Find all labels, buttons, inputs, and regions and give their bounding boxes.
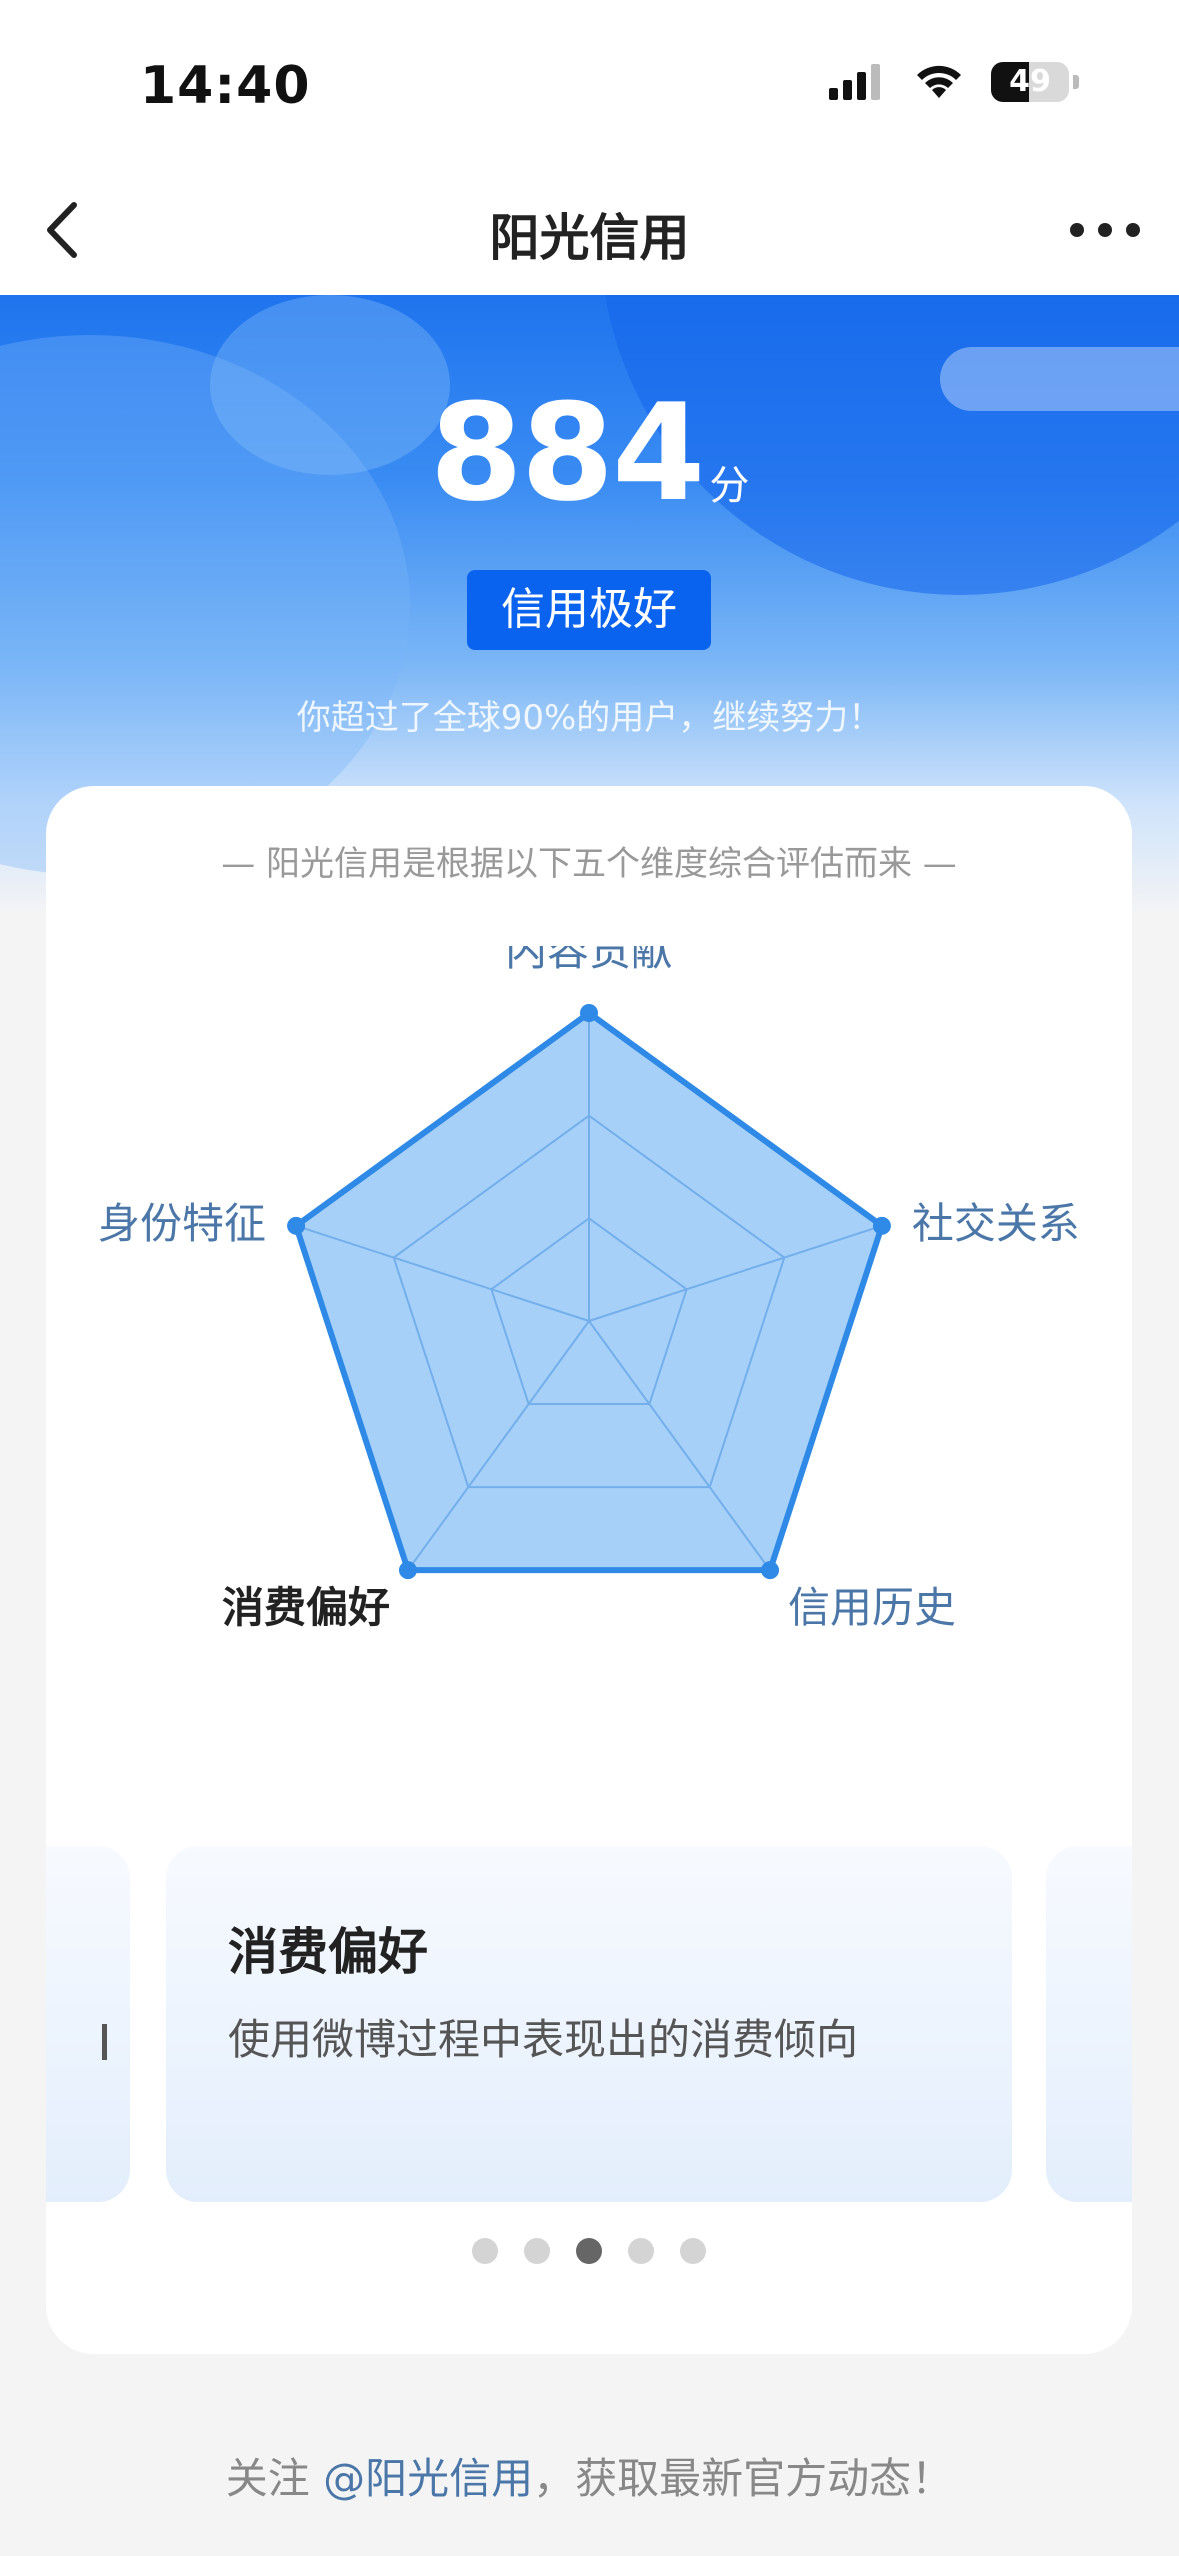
carousel-dots[interactable] <box>46 2238 1132 2264</box>
carousel-card-next[interactable] <box>1046 1846 1132 2202</box>
radar-data-point <box>872 1216 891 1235</box>
carousel-dot[interactable] <box>524 2238 550 2264</box>
card-intro: — 阳光信用是根据以下五个维度综合评估而来 — <box>221 844 957 884</box>
page-title: 阳光信用 <box>489 209 690 267</box>
carousel-dot[interactable] <box>472 2238 498 2264</box>
status-icons: 49 <box>827 62 1079 102</box>
dimension-title: 消费偏好 <box>228 1923 428 1981</box>
status-time: 14:40 <box>140 56 311 116</box>
footer-suffix: ，获取最新官方动态！ <box>533 2454 954 2503</box>
dimension-carousel[interactable]: 消费偏好 使用微博过程中表现出的消费倾向 <box>46 1846 1132 2206</box>
radar-data-area <box>293 1010 885 1574</box>
radar-data-point <box>761 1561 780 1580</box>
follow-link[interactable]: @阳光信用 <box>323 2454 533 2503</box>
carousel-dot[interactable] <box>628 2238 654 2264</box>
battery-icon: 49 <box>991 62 1069 102</box>
carousel-dot[interactable] <box>680 2238 706 2264</box>
credit-level-badge: 信用极好 <box>467 570 711 650</box>
wifi-icon <box>917 65 961 98</box>
radar-axis-label: 身份特征 <box>98 1199 266 1248</box>
credit-dimensions-card: — 阳光信用是根据以下五个维度综合评估而来 — 内容贡献 社交关系 信用历史 消费偏好… <box>46 786 1132 2354</box>
status-bar: 14:40 49 <box>0 0 1179 160</box>
carousel-dot[interactable] <box>576 2238 602 2264</box>
cellular-signal-icon <box>829 64 880 100</box>
credit-score: 884 分 <box>0 375 1179 531</box>
radar-axis-label: 内容贡献 <box>505 946 673 975</box>
radar-axis-label: 社交关系 <box>912 1199 1080 1248</box>
follow-footer: 关注 @阳光信用，获取最新官方动态！ <box>0 2445 1179 2506</box>
nav-bar: 阳光信用 <box>0 160 1179 295</box>
carousel-card-prev[interactable] <box>46 1846 130 2202</box>
radar-axis-label: 信用历史 <box>788 1583 956 1632</box>
carousel-card-current[interactable]: 消费偏好 使用微博过程中表现出的消费倾向 <box>166 1846 1012 2202</box>
score-subtitle: 你超过了全球90%的用户，继续努力！ <box>296 698 883 738</box>
radar-data-point <box>580 1004 598 1022</box>
score-unit: 分 <box>709 463 750 509</box>
battery-cap <box>1073 75 1079 89</box>
radar-data-point <box>287 1216 306 1235</box>
radar-axis-label: 消费偏好 <box>222 1583 390 1632</box>
footer-prefix: 关注 <box>225 2454 324 2503</box>
battery-level: 49 <box>1009 64 1051 99</box>
radar-chart: 内容贡献社交关系信用历史 消费偏好 身份特征 <box>98 946 1080 1632</box>
radar-data-point <box>398 1561 417 1580</box>
more-icon[interactable] <box>1065 200 1145 260</box>
score-value: 884 <box>429 375 706 531</box>
dimension-description: 使用微博过程中表现出的消费倾向 <box>228 2015 859 2064</box>
